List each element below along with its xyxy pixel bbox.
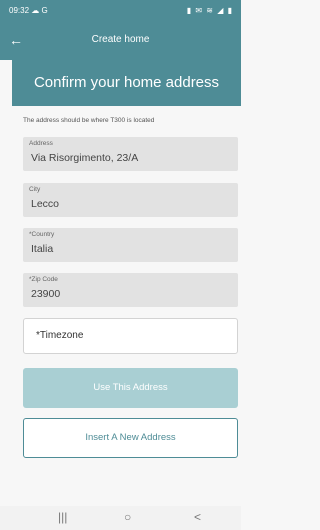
insert-new-address-button[interactable]: Insert A New Address bbox=[23, 418, 238, 458]
country-value: Italia bbox=[31, 243, 54, 255]
country-field[interactable]: *Country Italia bbox=[23, 228, 238, 262]
address-label: Address bbox=[29, 140, 53, 147]
city-value: Lecco bbox=[31, 198, 60, 210]
recents-icon[interactable]: ||| bbox=[58, 510, 67, 524]
address-field[interactable]: Address Via Risorgimento, 23/A bbox=[23, 137, 238, 171]
app-bar-title: Create home bbox=[91, 34, 150, 45]
page-heading: Confirm your home address bbox=[12, 60, 241, 106]
timezone-field[interactable]: *Timezone bbox=[23, 318, 238, 354]
status-time: 09:32 ☁ G bbox=[9, 6, 48, 15]
zip-code-label: *Zip Code bbox=[29, 276, 58, 283]
status-right-icons: ▮ ✉ ≋ ◢ ▮ bbox=[186, 6, 233, 15]
helper-text: The address should be where T300 is loca… bbox=[23, 117, 155, 124]
city-label: City bbox=[29, 186, 41, 193]
country-label: *Country bbox=[29, 231, 55, 238]
zip-code-field[interactable]: *Zip Code 23900 bbox=[23, 273, 238, 307]
zip-code-value: 23900 bbox=[31, 288, 61, 300]
city-field[interactable]: City Lecco bbox=[23, 183, 238, 217]
status-left-icons: ☁ G bbox=[31, 6, 48, 15]
app-bar: ← Create home bbox=[0, 22, 241, 60]
use-this-address-button[interactable]: Use This Address bbox=[23, 368, 238, 408]
status-bar: 09:32 ☁ G ▮ ✉ ≋ ◢ ▮ bbox=[0, 0, 241, 22]
address-value: Via Risorgimento, 23/A bbox=[31, 152, 139, 164]
timezone-placeholder: *Timezone bbox=[36, 330, 84, 341]
back-icon[interactable]: < bbox=[194, 510, 201, 524]
home-icon[interactable]: ○ bbox=[124, 510, 131, 524]
system-nav-bar: ||| ○ < bbox=[0, 506, 241, 530]
